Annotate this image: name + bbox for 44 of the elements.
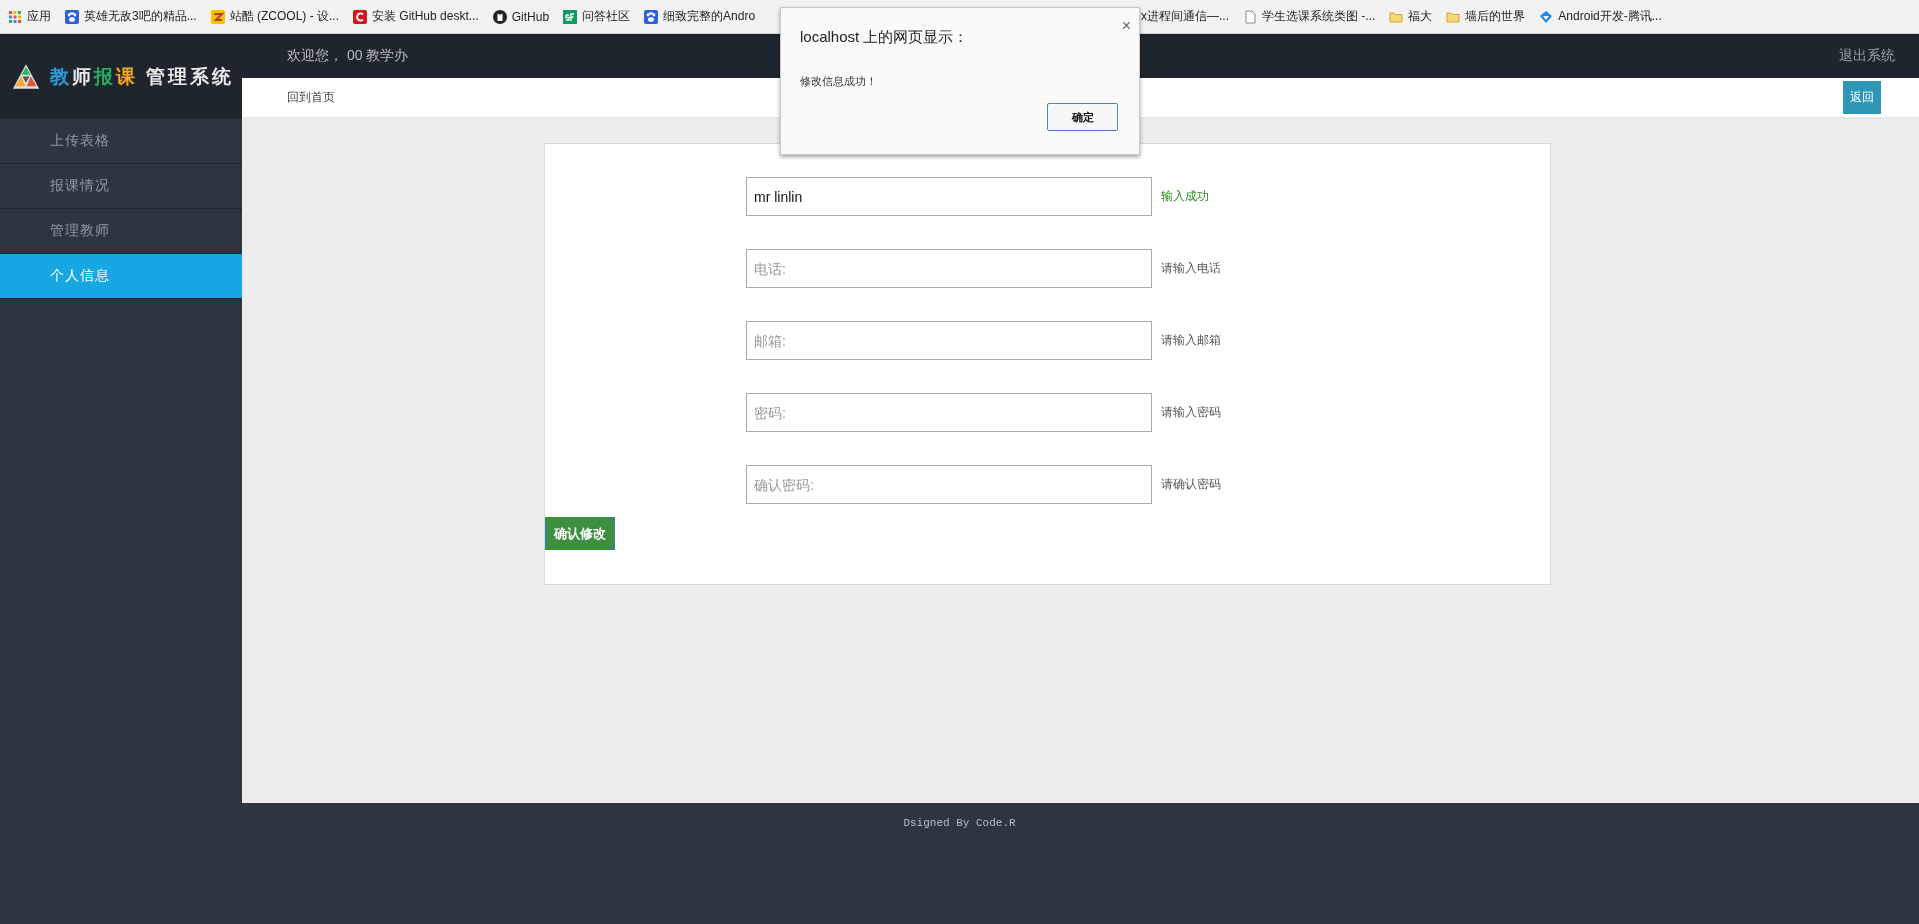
zcool-icon bbox=[210, 9, 225, 24]
folder-icon bbox=[1446, 9, 1461, 24]
submit-button[interactable]: 确认修改 bbox=[545, 517, 615, 550]
page-icon bbox=[1243, 9, 1257, 24]
close-button[interactable]: × bbox=[1121, 18, 1131, 34]
bookmark-link[interactable]: 应用 bbox=[8, 8, 51, 25]
bookmark-link[interactable]: 问答社区 bbox=[563, 8, 631, 25]
input-field[interactable]: 密码: bbox=[746, 393, 1152, 432]
triangle-logo-icon bbox=[12, 63, 40, 90]
sf-icon bbox=[563, 9, 578, 24]
welcome-text: 欢迎您， 00 教学办 bbox=[287, 47, 409, 65]
bookmark-link[interactable]: 墙后的世界 bbox=[1446, 8, 1526, 25]
logout-link[interactable]: 退出系统 bbox=[1839, 47, 1895, 65]
github-icon bbox=[492, 9, 507, 24]
field-hint: 输入成功 bbox=[1161, 188, 1209, 205]
paw-icon bbox=[644, 9, 659, 24]
bookmark-link[interactable]: Android开发-腾讯... bbox=[1539, 8, 1662, 25]
field-hint: 请输入密码 bbox=[1161, 404, 1221, 421]
field-hint: 请输入电话 bbox=[1161, 260, 1221, 277]
bookmark-link[interactable]: 细致完整的Andro bbox=[644, 8, 756, 25]
field-hint: 请输入邮箱 bbox=[1161, 332, 1221, 349]
folder-icon bbox=[1389, 9, 1404, 24]
dialog-message: 修改信息成功！ bbox=[800, 74, 877, 89]
bookmark-link[interactable]: 英雄无敌3吧的精品... bbox=[65, 8, 197, 25]
paw-icon bbox=[65, 9, 79, 24]
bookmark-link[interactable]: 安装 GitHub deskt... bbox=[353, 8, 479, 25]
ok-button[interactable]: 确定 bbox=[1047, 103, 1118, 131]
field-hint: 请确认密码 bbox=[1161, 476, 1221, 493]
home-link[interactable]: 回到首页 bbox=[287, 89, 335, 106]
letter-c-icon bbox=[353, 9, 368, 24]
bookmark-link[interactable]: 站酷 (ZCOOL) - 设... bbox=[210, 8, 340, 25]
apps-grid-icon bbox=[8, 9, 22, 24]
input-field[interactable]: mr linlin bbox=[746, 177, 1152, 216]
dialog-title: localhost 上的网页显示： bbox=[800, 28, 969, 47]
logo-title: 教师报课 管理系统 bbox=[50, 64, 235, 89]
diamond-icon bbox=[1539, 9, 1554, 24]
input-field[interactable]: 电话: bbox=[746, 249, 1152, 288]
input-field[interactable]: 邮箱: bbox=[746, 321, 1152, 360]
bookmark-link[interactable]: x进程间通信—... bbox=[1141, 8, 1229, 25]
footer-text: Dsigned By Code.R bbox=[903, 817, 1016, 831]
bookmark-link[interactable]: GitHub bbox=[492, 8, 550, 25]
input-field[interactable]: 确认密码: bbox=[746, 465, 1152, 504]
bookmark-link[interactable]: 学生选课系统类图 -... bbox=[1243, 8, 1376, 25]
bookmark-link[interactable]: 福大 bbox=[1389, 8, 1433, 25]
